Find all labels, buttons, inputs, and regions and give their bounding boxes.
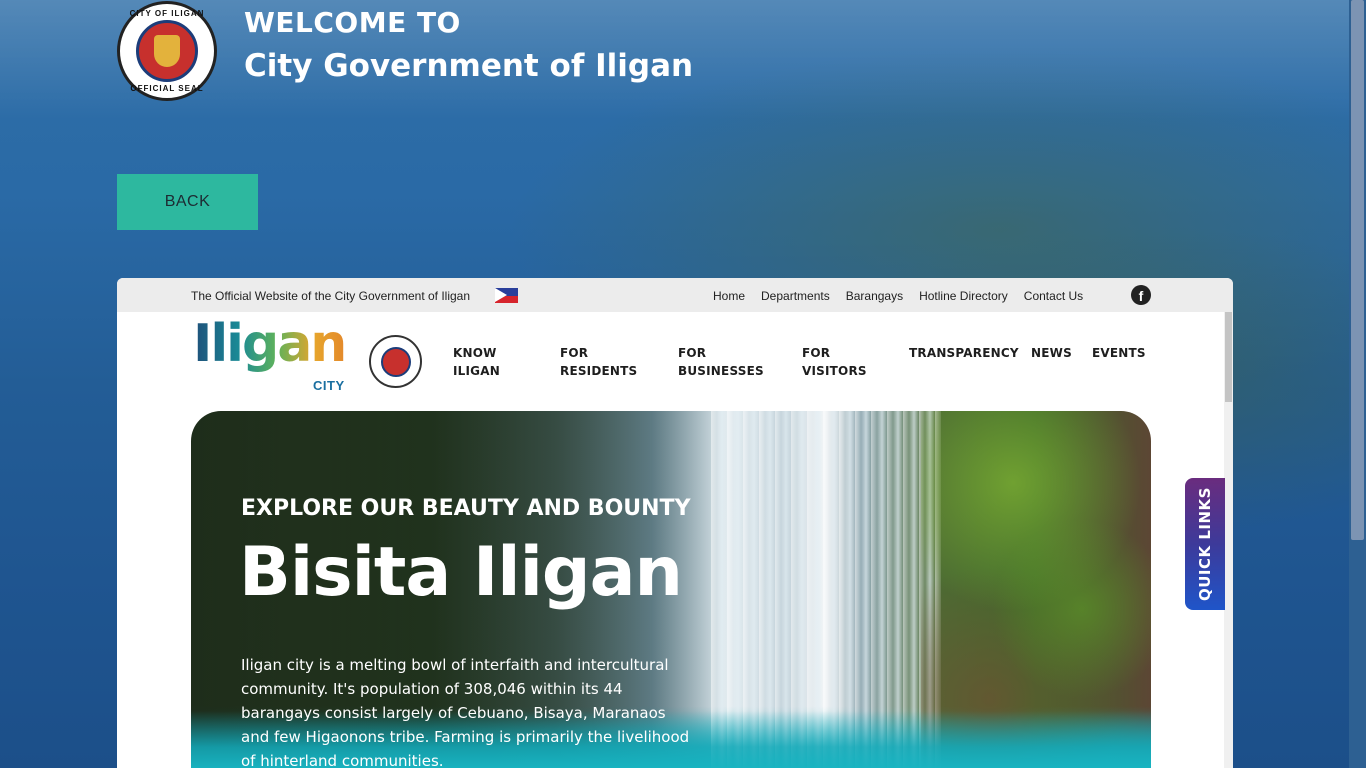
nav-residents-line1: FOR (560, 346, 589, 360)
facebook-icon[interactable]: f (1131, 285, 1151, 305)
hero-banner: EXPLORE OUR BEAUTY AND BOUNTY Bisita Ili… (191, 411, 1151, 768)
nav-businesses-line1: FOR (678, 346, 707, 360)
embedded-website-frame: The Official Website of the City Governm… (117, 278, 1233, 768)
nav-news[interactable]: NEWS (1031, 344, 1072, 362)
nav-transparency[interactable]: TRANSPARENCY (909, 344, 1019, 362)
welcome-heading: WELCOME TO (244, 6, 461, 39)
frame-scrollbar-thumb[interactable] (1225, 312, 1232, 402)
nav-know-iligan[interactable]: KNOW ILIGAN (453, 344, 500, 380)
philippine-flag-icon (495, 288, 518, 303)
hero-kicker: EXPLORE OUR BEAUTY AND BOUNTY (241, 496, 691, 521)
quick-links-label: QUICK LINKS (1196, 487, 1214, 601)
quick-links-tab[interactable]: QUICK LINKS (1185, 478, 1225, 610)
logo-city-text: CITY (313, 378, 345, 393)
nav-for-residents[interactable]: FOR RESIDENTS (560, 344, 637, 380)
seal-bottom-text: OFFICIAL SEAL (130, 84, 204, 93)
nav-for-visitors[interactable]: FOR VISITORS (802, 344, 867, 380)
page-scrollbar[interactable] (1349, 0, 1366, 768)
top-link-contact-us[interactable]: Contact Us (1024, 289, 1083, 303)
nav-businesses-line2: BUSINESSES (678, 364, 764, 378)
hero-description: Iligan city is a melting bowl of interfa… (241, 656, 690, 768)
top-link-barangays[interactable]: Barangays (846, 289, 903, 303)
nav-events[interactable]: EVENTS (1092, 344, 1146, 362)
seal-emblem (136, 20, 198, 82)
seal-shield-icon (154, 35, 180, 67)
back-button[interactable]: BACK (117, 174, 258, 230)
hero-title: Bisita Iligan (239, 533, 683, 612)
top-utility-bar: The Official Website of the City Governm… (117, 278, 1233, 312)
seal-small-emblem (380, 346, 411, 377)
top-link-home[interactable]: Home (713, 289, 745, 303)
official-website-text: The Official Website of the City Governm… (191, 289, 471, 303)
top-links: Home Departments Barangays Hotline Direc… (713, 289, 1099, 303)
city-seal-logo: CITY OF ILIGAN OFFICIAL SEAL (117, 1, 217, 101)
nav-visitors-line1: FOR (802, 346, 831, 360)
frame-scrollbar[interactable] (1224, 312, 1233, 768)
top-link-departments[interactable]: Departments (761, 289, 830, 303)
top-link-hotline-directory[interactable]: Hotline Directory (919, 289, 1008, 303)
page-scrollbar-thumb[interactable] (1351, 0, 1364, 540)
logo-wordmark: Iligan (193, 314, 347, 374)
seal-top-text: CITY OF ILIGAN (129, 9, 205, 18)
iligan-city-logo[interactable]: Iligan CITY (193, 314, 351, 394)
city-seal-small-icon (369, 335, 422, 388)
nav-residents-line2: RESIDENTS (560, 364, 638, 378)
nav-for-businesses[interactable]: FOR BUSINESSES (678, 344, 764, 380)
page-title: City Government of Iligan (244, 48, 694, 84)
nav-know-line2: ILIGAN (453, 364, 500, 378)
nav-visitors-line2: VISITORS (802, 364, 867, 378)
nav-know-line1: KNOW (453, 346, 497, 360)
